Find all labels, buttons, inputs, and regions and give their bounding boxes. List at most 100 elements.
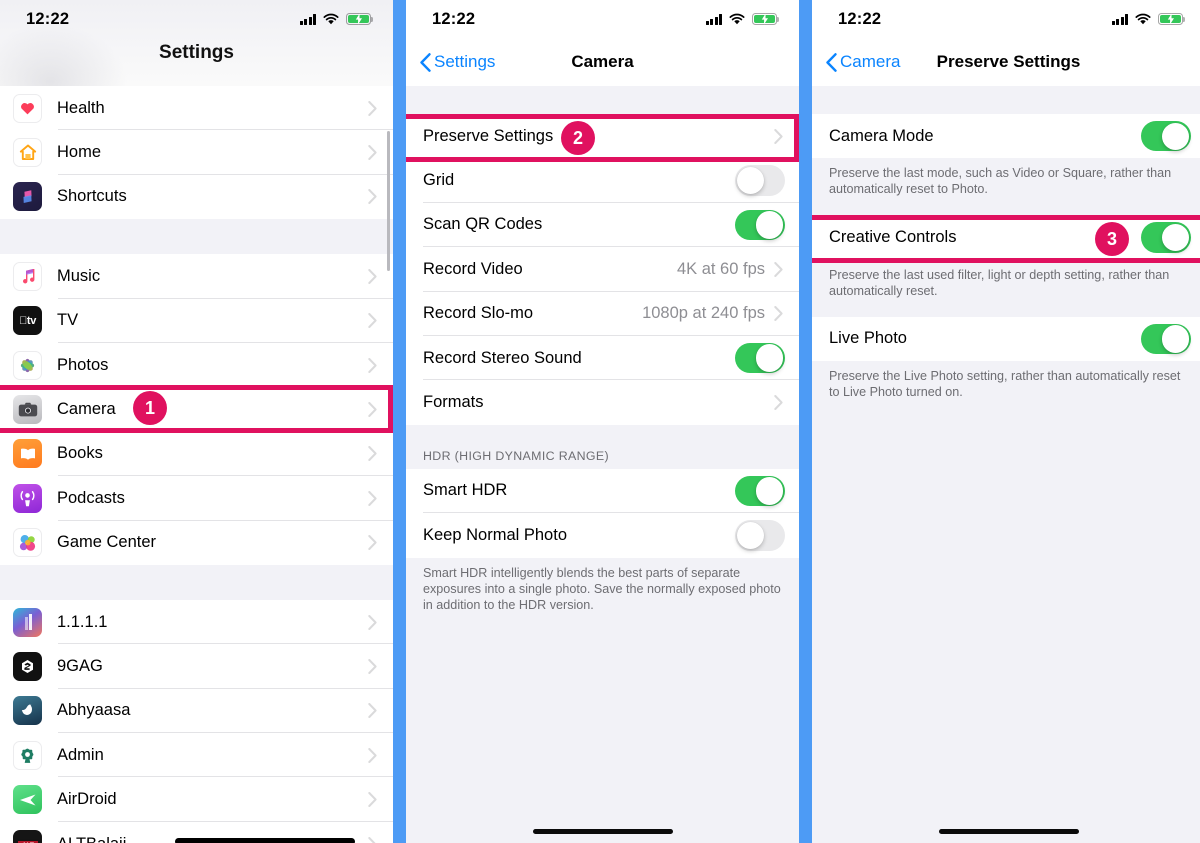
back-button-settings[interactable]: Settings [406,52,495,72]
books-app-icon [13,439,42,469]
one-one-one-one-app-icon [13,607,42,637]
top-gap [406,86,799,114]
row-label: Live Photo [829,329,907,348]
status-bar-2: 12:22 [406,0,799,38]
group-camera-mode: Camera Mode [812,114,1200,159]
sidebar-item-music[interactable]: Music [0,254,393,299]
game-center-app-icon [13,528,42,558]
hdr-footnote: Smart HDR intelligently blends the best … [406,557,799,623]
tv-app-icon: tv [13,306,42,336]
toggle-live-photo[interactable] [1141,323,1191,355]
section-hdr: HDR (HIGH DYNAMIC RANGE) [406,424,799,469]
camera-settings-list[interactable]: Preserve Settings Grid Scan QR Codes Rec… [406,86,799,843]
row-label: Photos [57,355,109,374]
sidebar-item-home[interactable]: Home [0,130,393,175]
podcasts-app-icon [13,483,42,513]
group-creative-controls: Creative Controls [812,215,1200,260]
settings-list[interactable]: Health Home Shortcuts Music tv TV Photos… [0,86,393,843]
row-label: Formats [423,393,484,412]
row-label: 1.1.1.1 [57,612,108,631]
row-keep-normal-photo[interactable]: Keep Normal Photo [406,513,799,558]
sidebar-item-1111[interactable]: 1.1.1.1 [0,599,393,645]
camera-app-icon [13,395,42,425]
sidebar-item-health[interactable]: Health [0,86,393,131]
preserve-settings-list[interactable]: Camera Mode Preserve the last mode, such… [812,86,1200,843]
wifi-icon [323,13,339,25]
status-bar-1: 12:22 [0,0,393,38]
row-preserve-settings[interactable]: Preserve Settings [406,114,799,159]
toggle-grid[interactable] [735,165,785,196]
sidebar-item-tv[interactable]: tv TV [0,298,393,343]
redaction-bar [175,837,355,843]
group-gap [0,219,393,255]
sidebar-item-photos[interactable]: Photos [0,342,393,388]
toggle-scan-qr-codes[interactable] [735,209,785,241]
chevron-right-icon [368,535,377,551]
row-smart-hdr[interactable]: Smart HDR [406,468,799,514]
admin-app-icon [13,740,42,770]
row-label: Game Center [57,533,157,552]
sidebar-item-game-center[interactable]: Game Center [0,520,393,565]
sidebar-item-shortcuts[interactable]: Shortcuts [0,174,393,220]
toggle-camera-mode[interactable] [1141,120,1191,152]
altbalaji-app-icon: ALT [13,829,42,843]
row-record-video[interactable]: Record Video 4K at 60 fps [406,247,799,292]
status-indicators [705,12,780,26]
scrollbar[interactable] [386,131,390,271]
toggle-creative-controls[interactable] [1141,222,1191,253]
row-camera-mode[interactable]: Camera Mode [812,114,1200,159]
row-label: Home [57,143,102,162]
row-live-photo[interactable]: Live Photo [812,316,1200,362]
row-creative-controls[interactable]: Creative Controls [812,215,1200,260]
chevron-left-icon [420,52,431,72]
camera-group-hdr: Smart HDR Keep Normal Photo [406,468,799,558]
section-header-label: HDR (HIGH DYNAMIC RANGE) [423,448,610,463]
nav-bar-preserve-settings: Camera Preserve Settings [812,38,1200,86]
sidebar-item-podcasts[interactable]: Podcasts [0,476,393,521]
sidebar-item-airdroid[interactable]: AirDroid [0,777,393,822]
chevron-right-icon [368,357,377,373]
back-label: Camera [840,52,901,71]
sidebar-item-9gag[interactable]: 9GAG [0,644,393,689]
sidebar-item-admin[interactable]: Admin [0,733,393,778]
settings-group-3: 1.1.1.1 9GAG Abhyaasa Admin AirDroid [0,599,393,843]
panel-camera: 12:22 Settings Camera Preserve Settings … [406,0,799,843]
sidebar-item-camera[interactable]: Camera [0,387,393,432]
health-app-icon [13,93,42,123]
row-record-stereo-sound[interactable]: Record Stereo Sound [406,335,799,381]
home-app-icon [13,138,42,168]
row-label: Grid [423,171,455,190]
row-value: 1080p at 240 fps [642,304,765,323]
chevron-left-icon [826,52,837,72]
panel-settings: 12:22 Settings Health Home Shortcuts Mus… [0,0,393,843]
row-label: Camera Mode [829,126,934,145]
status-time: 12:22 [26,9,70,28]
toggle-record-stereo-sound[interactable] [735,342,785,374]
toggle-keep-normal-photo[interactable] [735,520,785,551]
camera-group-main: Preserve Settings Grid Scan QR Codes Rec… [406,114,799,425]
row-label: Smart HDR [423,481,508,500]
row-label: Scan QR Codes [423,215,543,234]
row-label: Podcasts [57,488,125,507]
wifi-icon [1135,13,1151,25]
row-label: Keep Normal Photo [423,525,567,544]
row-formats[interactable]: Formats [406,380,799,425]
toggle-smart-hdr[interactable] [735,475,785,507]
chevron-right-icon [368,100,377,116]
row-label: Record Video [423,259,523,278]
creative-controls-footnote: Preserve the last used filter, light or … [812,259,1200,317]
top-gap [812,86,1200,114]
chevron-right-icon [774,306,783,322]
sidebar-item-books[interactable]: Books [0,431,393,477]
sidebar-item-altbalaji[interactable]: ALT ALTBalaji [0,821,393,843]
row-label: Health [57,98,105,117]
sidebar-item-abhyaasa[interactable]: Abhyaasa [0,688,393,734]
row-grid[interactable]: Grid [406,158,799,203]
row-record-slo-mo[interactable]: Record Slo-mo 1080p at 240 fps [406,291,799,336]
panel-divider-1 [393,0,406,843]
home-indicator [532,828,673,834]
row-scan-qr-codes[interactable]: Scan QR Codes [406,202,799,248]
row-value: 4K at 60 fps [676,259,765,278]
back-button-camera[interactable]: Camera [812,52,900,72]
group-gap [0,564,393,600]
